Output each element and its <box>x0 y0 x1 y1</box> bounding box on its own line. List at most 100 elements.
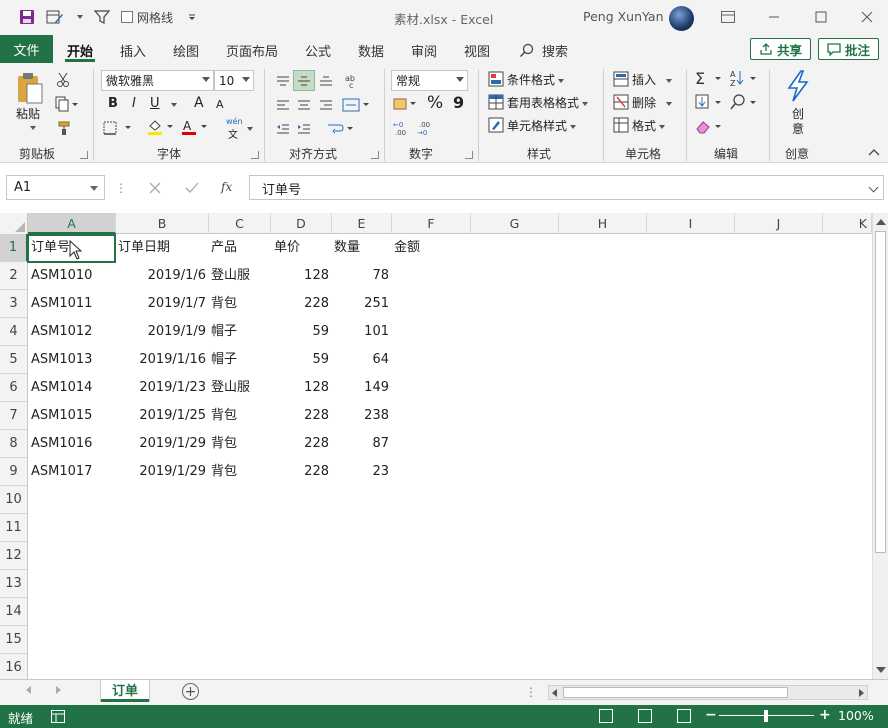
cut-icon[interactable] <box>55 71 71 89</box>
cell-order-date[interactable]: 2019/1/29 <box>116 430 206 458</box>
cell-quantity[interactable]: 149 <box>332 374 389 402</box>
column-header-E[interactable]: E <box>332 213 392 234</box>
cell-order-date[interactable]: 2019/1/23 <box>116 374 206 402</box>
cell-order-date[interactable]: 2019/1/16 <box>116 346 206 374</box>
cell-order-id[interactable]: ASM1016 <box>31 430 92 458</box>
header-cell-product[interactable]: 产品 <box>211 234 237 262</box>
row-header[interactable]: 10 <box>0 486 28 514</box>
save-icon[interactable] <box>18 8 36 26</box>
tab-formulas[interactable]: 公式 <box>305 41 331 60</box>
format-button[interactable]: 格式 <box>632 117 666 134</box>
wrap-text-icon[interactable] <box>325 118 355 139</box>
paste-button[interactable]: 粘贴 <box>16 105 40 122</box>
minimize-icon[interactable] <box>766 9 782 25</box>
column-header-H[interactable]: H <box>559 213 647 234</box>
merge-center-icon[interactable] <box>341 94 371 115</box>
format-as-table-button[interactable]: 套用表格格式 <box>507 94 589 111</box>
cell-unit-price[interactable]: 228 <box>271 458 329 486</box>
avatar[interactable] <box>669 6 694 31</box>
find-select-icon[interactable] <box>730 93 760 111</box>
fill-color-icon[interactable] <box>146 118 176 136</box>
bold-button[interactable]: B <box>108 96 118 111</box>
cell-order-date[interactable]: 2019/1/29 <box>116 458 206 486</box>
cell-order-id[interactable]: ASM1011 <box>31 290 92 318</box>
number-launcher-icon[interactable] <box>465 151 473 159</box>
worksheet-grid[interactable]: A B C D E F G H I J K 1 2 3 4 5 6 7 8 9 … <box>0 213 888 679</box>
paste-icon[interactable] <box>14 71 46 105</box>
underline-button[interactable]: U <box>150 96 160 111</box>
scroll-right-icon[interactable] <box>859 689 864 697</box>
cell-quantity[interactable]: 101 <box>332 318 389 346</box>
cell-product[interactable]: 背包 <box>211 458 237 486</box>
confirm-entry-icon[interactable] <box>183 179 201 197</box>
font-size-select[interactable]: 10 <box>214 70 254 91</box>
align-right-icon[interactable] <box>315 94 337 115</box>
zoom-level[interactable]: 100% <box>838 708 874 723</box>
cell-product[interactable]: 背包 <box>211 290 237 318</box>
tell-me-search[interactable]: 搜索 <box>519 41 568 60</box>
cell-order-date[interactable]: 2019/1/7 <box>116 290 206 318</box>
qat-dropdown-icon[interactable] <box>77 15 83 19</box>
align-left-icon[interactable] <box>272 94 294 115</box>
user-name[interactable]: Peng XunYan <box>583 9 664 24</box>
delete-button[interactable]: 删除 <box>632 94 673 111</box>
column-header-D[interactable]: D <box>271 213 332 234</box>
zoom-out-icon[interactable]: − <box>705 707 717 723</box>
row-header[interactable]: 3 <box>0 290 28 318</box>
row-header[interactable]: 5 <box>0 346 28 374</box>
cell-quantity[interactable]: 238 <box>332 402 389 430</box>
column-header-B[interactable]: B <box>116 213 209 234</box>
sheet-tab-orders[interactable]: 订单 <box>101 680 149 702</box>
insert-function-button[interactable]: fx <box>221 180 232 194</box>
tab-split-handle-icon[interactable]: ⋮ <box>525 684 537 700</box>
drag-dots-icon[interactable]: ⋮ <box>115 179 127 197</box>
cell-unit-price[interactable]: 228 <box>271 402 329 430</box>
cell-product[interactable]: 帽子 <box>211 318 237 346</box>
column-header-K[interactable]: K <box>823 213 872 234</box>
header-cell-order-date[interactable]: 订单日期 <box>118 234 170 262</box>
row-header[interactable]: 16 <box>0 654 28 679</box>
cell-quantity[interactable]: 64 <box>332 346 389 374</box>
zoom-slider-thumb[interactable] <box>764 710 768 722</box>
grow-font-button[interactable]: A <box>194 95 204 111</box>
formula-input[interactable]: 订单号 <box>249 175 884 200</box>
row-header[interactable]: 15 <box>0 626 28 654</box>
insert-button[interactable]: 插入 <box>632 71 673 88</box>
cell-unit-price[interactable]: 228 <box>271 290 329 318</box>
cell-unit-price[interactable]: 228 <box>271 430 329 458</box>
row-header[interactable]: 1 <box>0 234 28 262</box>
cell-order-id[interactable]: ASM1014 <box>31 374 92 402</box>
font-color-icon[interactable]: A <box>180 118 210 136</box>
header-cell-unit-price[interactable]: 单价 <box>274 234 300 262</box>
row-header[interactable]: 8 <box>0 430 28 458</box>
align-bottom-icon[interactable] <box>315 70 337 91</box>
decrease-indent-icon[interactable] <box>272 118 294 139</box>
cell-order-date[interactable]: 2019/1/9 <box>116 318 206 346</box>
cell-order-id[interactable]: ASM1013 <box>31 346 92 374</box>
cell-quantity[interactable]: 23 <box>332 458 389 486</box>
lightning-icon[interactable] <box>784 70 812 102</box>
next-sheet-icon[interactable] <box>56 686 61 694</box>
cell-order-date[interactable]: 2019/1/25 <box>116 402 206 430</box>
cell-product[interactable]: 帽子 <box>211 346 237 374</box>
horizontal-scroll-thumb[interactable] <box>563 687 788 698</box>
cell-unit-price[interactable]: 59 <box>271 318 329 346</box>
scroll-up-icon[interactable] <box>876 219 886 225</box>
cell-product[interactable]: 背包 <box>211 430 237 458</box>
paste-dropdown-icon[interactable] <box>30 126 36 130</box>
create-button-line2[interactable]: 意 <box>792 120 804 137</box>
tab-view[interactable]: 视图 <box>464 41 490 60</box>
column-header-G[interactable]: G <box>471 213 559 234</box>
cell-styles-button[interactable]: 单元格样式 <box>507 117 577 134</box>
vertical-scrollbar[interactable] <box>872 213 888 679</box>
comments-button[interactable]: 批注 <box>818 38 880 60</box>
header-cell-quantity[interactable]: 数量 <box>334 234 360 262</box>
cancel-entry-icon[interactable] <box>146 179 164 197</box>
align-center-icon[interactable] <box>293 94 315 115</box>
cell-quantity[interactable]: 251 <box>332 290 389 318</box>
orientation-icon[interactable]: ab c <box>341 70 363 91</box>
cell-product[interactable]: 背包 <box>211 402 237 430</box>
italic-button[interactable]: I <box>132 96 136 111</box>
tab-insert[interactable]: 插入 <box>120 41 146 60</box>
column-header-I[interactable]: I <box>647 213 735 234</box>
